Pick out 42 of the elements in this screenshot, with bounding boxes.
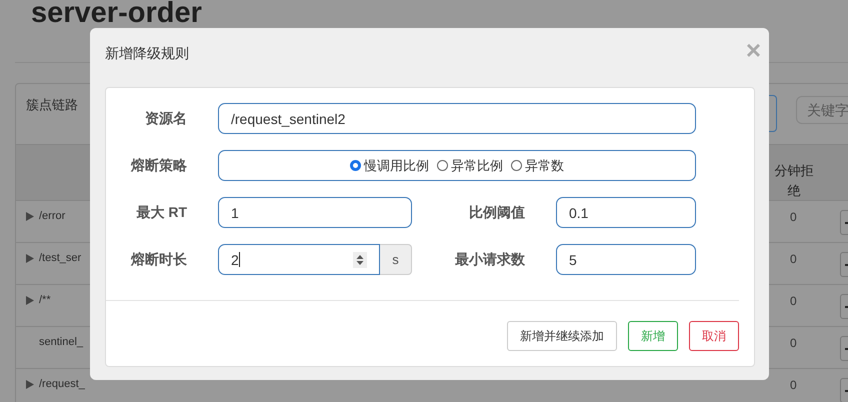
- radio-button[interactable]: [511, 160, 522, 171]
- field-label: 最小请求数: [454, 250, 526, 268]
- table-cell-text: 0: [790, 378, 798, 392]
- expand-icon[interactable]: [26, 212, 34, 220]
- radio-button[interactable]: [437, 160, 448, 171]
- table-cell-text: 0: [790, 294, 798, 308]
- radio-label: 慢调用比例: [364, 156, 429, 174]
- field-label: 熔断策略: [130, 156, 188, 174]
- resource-name: /error: [39, 210, 66, 222]
- expand-icon[interactable]: [26, 380, 34, 388]
- unit-label: s: [380, 244, 412, 275]
- expand-icon[interactable]: [26, 296, 34, 304]
- table-cell-text: 0: [790, 210, 798, 224]
- text-field[interactable]: 1: [218, 197, 412, 228]
- radio-option[interactable]: 慢调用比例: [350, 156, 429, 174]
- spinner-icon[interactable]: [353, 252, 367, 268]
- field-label: 熔断时长: [130, 250, 188, 268]
- text-field[interactable]: 5: [556, 244, 696, 275]
- radio-label: 异常数: [525, 156, 564, 174]
- resource-name: sentinel_: [39, 336, 84, 348]
- text-field[interactable]: 0.1: [556, 197, 696, 228]
- dialog-button[interactable]: 新增并继续添加: [507, 321, 617, 351]
- table-cell-text: 0: [790, 336, 798, 350]
- radio-button[interactable]: [350, 160, 361, 171]
- column-header: 分钟拒绝: [774, 162, 814, 200]
- table-cell-text: 0: [790, 252, 798, 266]
- number-field[interactable]: 2: [218, 244, 380, 275]
- text-field[interactable]: /request_sentinel2: [218, 103, 696, 134]
- resource-name: /request_: [39, 378, 85, 390]
- dialog-title: 新增降级规则: [105, 44, 189, 62]
- radio-option[interactable]: 异常比例: [437, 156, 503, 174]
- resource-name: /**: [39, 294, 51, 306]
- panel-title: 簇点链路: [26, 96, 79, 114]
- resource-name: /test_ser: [39, 252, 82, 264]
- expand-icon[interactable]: [26, 254, 34, 262]
- field-label: 资源名: [144, 110, 188, 128]
- page-title: server-order: [30, 0, 202, 27]
- field-label: 最大 RT: [135, 204, 188, 222]
- dialog-button[interactable]: 取消: [689, 321, 739, 351]
- field-label: 比例阈值: [468, 204, 526, 222]
- radio-label: 异常比例: [451, 156, 503, 174]
- radio-option[interactable]: 异常数: [511, 156, 564, 174]
